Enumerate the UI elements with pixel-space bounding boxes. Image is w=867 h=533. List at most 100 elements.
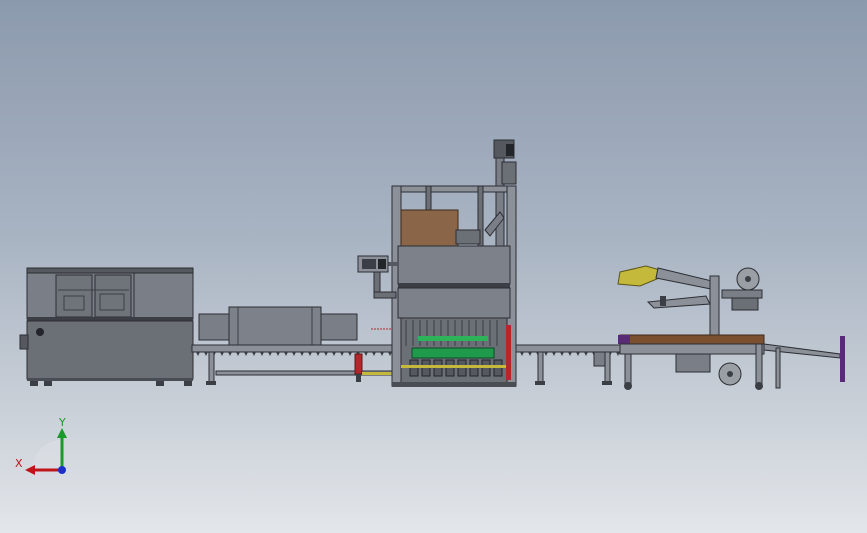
sealer-tape-head	[731, 297, 759, 311]
sealer-leg-right	[755, 343, 763, 385]
roller-tick	[196, 352, 200, 356]
packer-hmi-elbow	[373, 291, 397, 299]
outfeed-foot-2	[602, 381, 612, 385]
coordinate-triad: Y X	[15, 416, 67, 475]
case-sealer-machine[interactable]	[617, 265, 845, 390]
packer-hmi-keypad	[378, 259, 386, 269]
roller-tick	[616, 352, 620, 356]
roller-tick	[284, 352, 288, 356]
cad-viewport[interactable]: Y X	[0, 0, 867, 533]
triad-xy-plane	[32, 440, 62, 470]
roller-tick	[276, 352, 280, 356]
roller-tick	[292, 352, 296, 356]
packer-mid-band	[398, 283, 510, 288]
erector-top-rail	[26, 267, 194, 274]
sealer-motor-box	[675, 353, 711, 373]
roller-tick	[364, 352, 368, 356]
sealer-tape-hub-bottom	[727, 371, 733, 377]
roller-tick	[576, 352, 580, 356]
roller-tick	[380, 352, 384, 356]
roller-tick	[520, 352, 524, 356]
roller-tick	[228, 352, 232, 356]
packer-carton	[400, 209, 459, 247]
roller-tick	[568, 352, 572, 356]
roller-tick	[340, 352, 344, 356]
roller-tick	[252, 352, 256, 356]
roller-tick	[528, 352, 532, 356]
tunnel-box-left	[198, 313, 230, 341]
erector-emergency-stop	[36, 328, 44, 336]
packer-yellow-rail	[401, 365, 507, 368]
infeed-leg-1	[208, 351, 215, 383]
tunnel-box-main	[228, 306, 322, 346]
erector-side-bracket	[19, 334, 29, 350]
outfeed-rail	[515, 344, 627, 353]
sealer-tape-bracket	[721, 289, 763, 299]
sealer-exit-ramp	[763, 343, 841, 359]
sealer-caster-right	[755, 382, 763, 390]
infeed-foot-1	[206, 381, 216, 385]
infeed-conveyor[interactable]	[191, 306, 397, 385]
packer-upper-panel	[397, 245, 511, 285]
infeed-leg-2	[356, 374, 361, 382]
packer-carton-bracket	[455, 229, 481, 245]
sealer-leg-left	[624, 353, 632, 385]
roller-tick	[260, 352, 264, 356]
triad-y-arrowhead	[57, 428, 67, 438]
triad-x-arrowhead	[25, 465, 35, 475]
infeed-rollers	[196, 352, 392, 356]
roller-tick	[584, 352, 588, 356]
packer-hmi-bracket	[373, 271, 381, 295]
sealer-hold-plate-bar	[660, 296, 666, 306]
packer-mast-side	[501, 161, 517, 185]
roller-tick	[552, 352, 556, 356]
sealer-bed-frame	[619, 343, 765, 355]
roller-tick	[236, 352, 240, 356]
tunnel-box-right	[320, 313, 358, 341]
packer-hmi-display	[362, 259, 376, 269]
packer-green-guide-2	[418, 336, 488, 341]
roller-tick	[268, 352, 272, 356]
outfeed-conveyor[interactable]	[515, 344, 627, 385]
sealer-bed	[619, 334, 765, 345]
outfeed-foot-1	[535, 381, 545, 385]
triad-y-label: Y	[58, 416, 66, 429]
roller-tick	[560, 352, 564, 356]
roller-tick	[316, 352, 320, 356]
sealer-caster-left	[624, 382, 632, 390]
roller-tick	[244, 352, 248, 356]
roller-tick	[308, 352, 312, 356]
erector-base	[27, 378, 193, 381]
outfeed-leg-2	[604, 351, 611, 383]
packer-lower-panel	[397, 287, 511, 319]
roller-tick	[348, 352, 352, 356]
roller-tick	[544, 352, 548, 356]
assembly-drawing[interactable]: Y X	[0, 0, 867, 533]
roller-tick	[204, 352, 208, 356]
sealer-hold-plate	[646, 295, 711, 309]
sealer-bed-purple-end	[618, 335, 630, 344]
packer-mast-cap	[506, 144, 514, 156]
triad-x-label: X	[15, 457, 23, 470]
roller-tick	[324, 352, 328, 356]
roller-tick	[332, 352, 336, 356]
case-erector-machine[interactable]	[19, 267, 194, 386]
roller-tick	[372, 352, 376, 356]
sealer-tape-hub-top	[745, 276, 751, 282]
roller-tick	[220, 352, 224, 356]
infeed-rail	[191, 344, 395, 353]
sealer-ramp-stop	[840, 336, 845, 382]
packer-top-beam	[391, 185, 517, 193]
roller-tick	[388, 352, 392, 356]
erector-lower-body	[26, 320, 194, 380]
infeed-red-marker	[354, 353, 363, 375]
sealer-ramp-leg	[775, 347, 781, 389]
infeed-yellow-bar	[362, 372, 396, 375]
packer-red-cylinder	[506, 325, 511, 380]
outfeed-leg-1	[537, 351, 544, 383]
erector-mid-band	[27, 317, 193, 321]
sealer-upper-arm	[655, 267, 717, 291]
packer-green-guide	[411, 347, 495, 359]
outfeed-box	[593, 351, 607, 367]
packer-base	[392, 382, 516, 387]
